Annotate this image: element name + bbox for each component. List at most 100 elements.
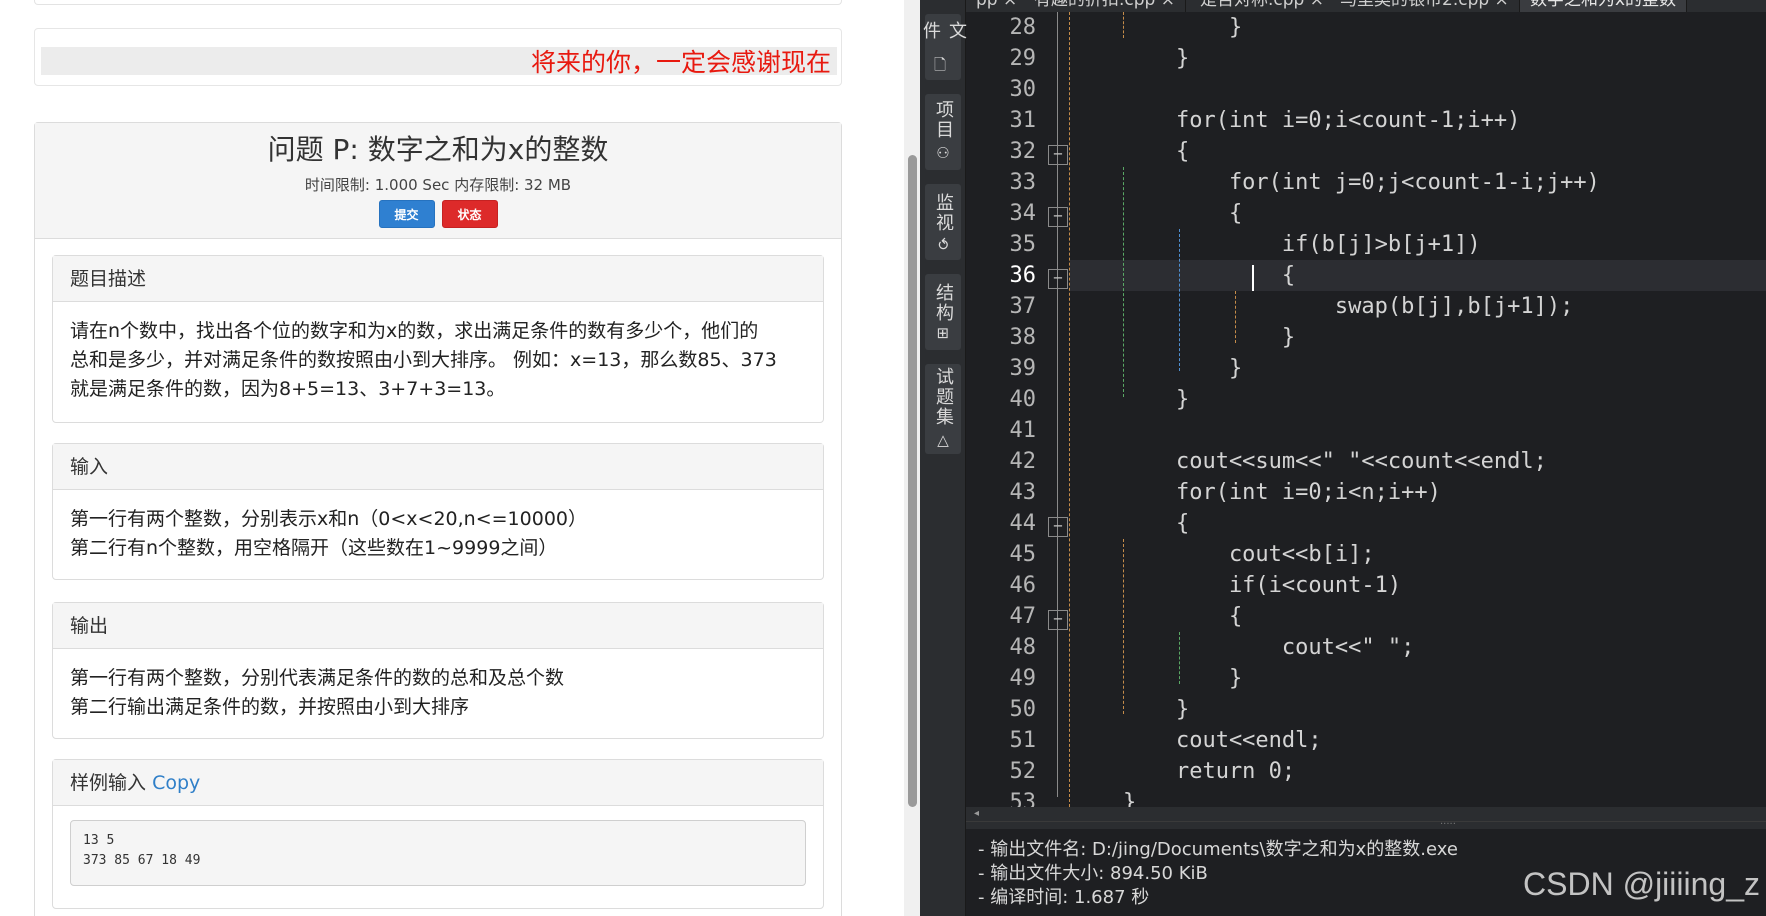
code-line[interactable]: return 0; bbox=[1070, 756, 1295, 787]
side-tab-project[interactable]: 项目 ⚇ bbox=[925, 94, 961, 170]
code-line[interactable]: cout<<endl; bbox=[1070, 725, 1322, 756]
project-icon: ⚇ bbox=[934, 144, 952, 164]
code-line[interactable]: { bbox=[1070, 601, 1242, 632]
side-tab-label: 试题集 bbox=[933, 367, 954, 427]
code-line[interactable]: } bbox=[1070, 43, 1189, 74]
code-line[interactable]: } bbox=[1070, 384, 1189, 415]
code-line[interactable]: swap(b[j],b[j+1]); bbox=[1070, 291, 1573, 322]
motto-banner: 将来的你，一定会感谢现在 bbox=[34, 28, 842, 86]
line-number: 32 bbox=[1009, 139, 1037, 164]
line-number: 41 bbox=[1009, 418, 1037, 443]
side-tab-files[interactable]: 文件 🗋 bbox=[920, 14, 967, 81]
section-body: 第一行有两个整数，分别代表满足条件的数的总和及总个数 第二行输出满足条件的数，并… bbox=[53, 649, 823, 737]
line-number: 28 bbox=[1009, 15, 1037, 40]
line-number: 49 bbox=[1009, 666, 1037, 691]
code-line[interactable]: { bbox=[1070, 198, 1242, 229]
editor-tab[interactable]: 马里奥的银币2.cpp × bbox=[1330, 0, 1520, 12]
file-icon: 🗋 bbox=[933, 52, 952, 81]
line-number: 46 bbox=[1009, 573, 1037, 598]
line-number: 37 bbox=[1009, 294, 1037, 319]
problem-header: 问题 P: 数字之和为x的整数 时间限制: 1.000 Sec 内存限制: 32… bbox=[35, 123, 841, 239]
page-scrollbar-thumb[interactable] bbox=[908, 155, 917, 807]
section-body: 第一行有两个整数，分别表示x和n（0<x<20,n<=10000） 第二行有n个… bbox=[53, 490, 823, 578]
section-title: 输出 bbox=[53, 603, 823, 649]
code-line[interactable]: for(int i=0;i<count-1;i++) bbox=[1070, 105, 1520, 136]
panel-splitter[interactable]: ····· bbox=[966, 819, 1766, 830]
section-description: 题目描述 请在n个数中，找出各个位的数字和为x的数，求出满足条件的数有多少个，他… bbox=[52, 255, 824, 423]
code-line[interactable]: cout<<sum<<" "<<count<<endl; bbox=[1070, 446, 1547, 477]
section-body: 请在n个数中，找出各个位的数字和为x的数，求出满足条件的数有多少个，他们的 总和… bbox=[53, 302, 823, 419]
section-title: 题目描述 bbox=[53, 256, 823, 302]
fold-line bbox=[1057, 12, 1058, 797]
code-line[interactable]: if(b[j]>b[j+1]) bbox=[1070, 229, 1481, 260]
browser-page: 将来的你，一定会感谢现在 问题 P: 数字之和为x的整数 时间限制: 1.000… bbox=[0, 0, 920, 916]
fold-toggle-icon[interactable]: − bbox=[1048, 269, 1068, 289]
code-line[interactable]: { bbox=[1070, 260, 1295, 291]
editor-tab[interactable]: 是否对称.cpp × bbox=[1190, 0, 1335, 12]
code-line[interactable]: for(int i=0;i<n;i++) bbox=[1070, 477, 1441, 508]
code-line[interactable]: { bbox=[1070, 136, 1189, 167]
editor-tabs: pp × 有趣的折扣.cpp × 是否对称.cpp × 马里奥的银币2.cpp … bbox=[920, 0, 1766, 12]
line-number-current: 36 bbox=[1009, 263, 1037, 288]
scroll-left-icon[interactable]: ◂ bbox=[974, 807, 979, 821]
side-tab-watch[interactable]: 监视 ⟲ bbox=[925, 184, 961, 260]
line-number: 43 bbox=[1009, 480, 1037, 505]
code-line[interactable]: } bbox=[1070, 322, 1295, 353]
watermark: CSDN @jiiiing_z bbox=[1523, 866, 1760, 902]
sample-input-code: 13 5 373 85 67 18 49 bbox=[70, 820, 806, 886]
grip-icon: ····· bbox=[1440, 819, 1456, 830]
description-line: 请在n个数中，找出各个位的数字和为x的数，求出满足条件的数有多少个，他们的 bbox=[70, 320, 759, 342]
watch-icon: ⟲ bbox=[934, 236, 952, 252]
code-line[interactable]: for(int j=0;j<count-1-i;j++) bbox=[1070, 167, 1600, 198]
side-tab-label: 结构 bbox=[933, 282, 954, 323]
problem-panel: 问题 P: 数字之和为x的整数 时间限制: 1.000 Sec 内存限制: 32… bbox=[34, 122, 842, 916]
line-number: 40 bbox=[1009, 387, 1037, 412]
code-line[interactable]: } bbox=[1070, 12, 1242, 43]
copy-link[interactable]: Copy bbox=[152, 772, 200, 794]
line-number: 45 bbox=[1009, 542, 1037, 567]
description-line: 就是满足条件的数，因为8+5=13、3+7+3=13。 bbox=[70, 378, 506, 400]
editor-tab[interactable]: 有趣的折扣.cpp × bbox=[1024, 0, 1186, 12]
code-line[interactable]: cout<<" "; bbox=[1070, 632, 1414, 663]
fold-toggle-icon[interactable]: − bbox=[1048, 207, 1068, 227]
section-title: 输入 bbox=[53, 444, 823, 490]
side-tab-label: 监视 bbox=[933, 192, 954, 233]
code-line[interactable]: } bbox=[1070, 694, 1189, 725]
editor-hscrollbar[interactable]: ◂ bbox=[966, 807, 1766, 821]
code-line[interactable]: } bbox=[1070, 353, 1242, 384]
side-tab-problem-set[interactable]: 试题集 △ bbox=[925, 364, 961, 454]
code-line[interactable]: cout<<b[i]; bbox=[1070, 539, 1375, 570]
status-button[interactable]: 状态 bbox=[441, 200, 498, 228]
line-number: 34 bbox=[1009, 201, 1037, 226]
code-line[interactable]: { bbox=[1070, 508, 1189, 539]
section-input: 输入 第一行有两个整数，分别表示x和n（0<x<20,n<=10000） 第二行… bbox=[52, 443, 824, 580]
text-caret bbox=[1252, 265, 1254, 291]
ide-sidebar: 文件 🗋 项目 ⚇ 监视 ⟲ 结构 ⊞ 试题集 △ bbox=[920, 0, 967, 916]
line-number: 47 bbox=[1009, 604, 1037, 629]
line-number: 52 bbox=[1009, 759, 1037, 784]
line-number: 31 bbox=[1009, 108, 1037, 133]
code-line[interactable]: } bbox=[1070, 663, 1242, 694]
line-number: 30 bbox=[1009, 77, 1037, 102]
side-tab-structure[interactable]: 结构 ⊞ bbox=[925, 274, 961, 350]
line-number: 50 bbox=[1009, 697, 1037, 722]
submit-button[interactable]: 提交 bbox=[378, 200, 435, 228]
fold-toggle-icon[interactable]: − bbox=[1048, 610, 1068, 630]
line-number: 51 bbox=[1009, 728, 1037, 753]
sample-input-title: 样例输入 bbox=[70, 772, 147, 794]
editor-tab[interactable]: pp × bbox=[966, 0, 1029, 12]
fold-toggle-icon[interactable]: − bbox=[1048, 517, 1068, 537]
line-numbers: 28 29 30 31 32 33 34 35 36 37 38 39 40 4… bbox=[986, 12, 1046, 815]
fold-toggle-icon[interactable]: − bbox=[1048, 145, 1068, 165]
output-line: 第一行有两个整数，分别代表满足条件的数的总和及总个数 bbox=[70, 667, 565, 689]
code-line[interactable]: if(i<count-1) bbox=[1070, 570, 1401, 601]
code-editor[interactable]: } } for(int i=0;i<count-1;i++) { for(int… bbox=[1070, 12, 1766, 807]
output-line: 第二行输出满足条件的数，并按照由小到大排序 bbox=[70, 696, 470, 718]
input-line: 第二行有n个整数，用空格隔开（这些数在1~9999之间） bbox=[70, 537, 558, 559]
line-number: 39 bbox=[1009, 356, 1037, 381]
line-number: 42 bbox=[1009, 449, 1037, 474]
description-line: 总和是多少，并对满足条件的数按照由小到大排序。 例如：x=13，那么数85、37… bbox=[70, 349, 777, 371]
editor-tab-active[interactable]: 数字之和为x的整数 bbox=[1520, 0, 1688, 12]
line-number: 44 bbox=[1009, 511, 1037, 536]
code-line[interactable]: } bbox=[1070, 787, 1136, 807]
